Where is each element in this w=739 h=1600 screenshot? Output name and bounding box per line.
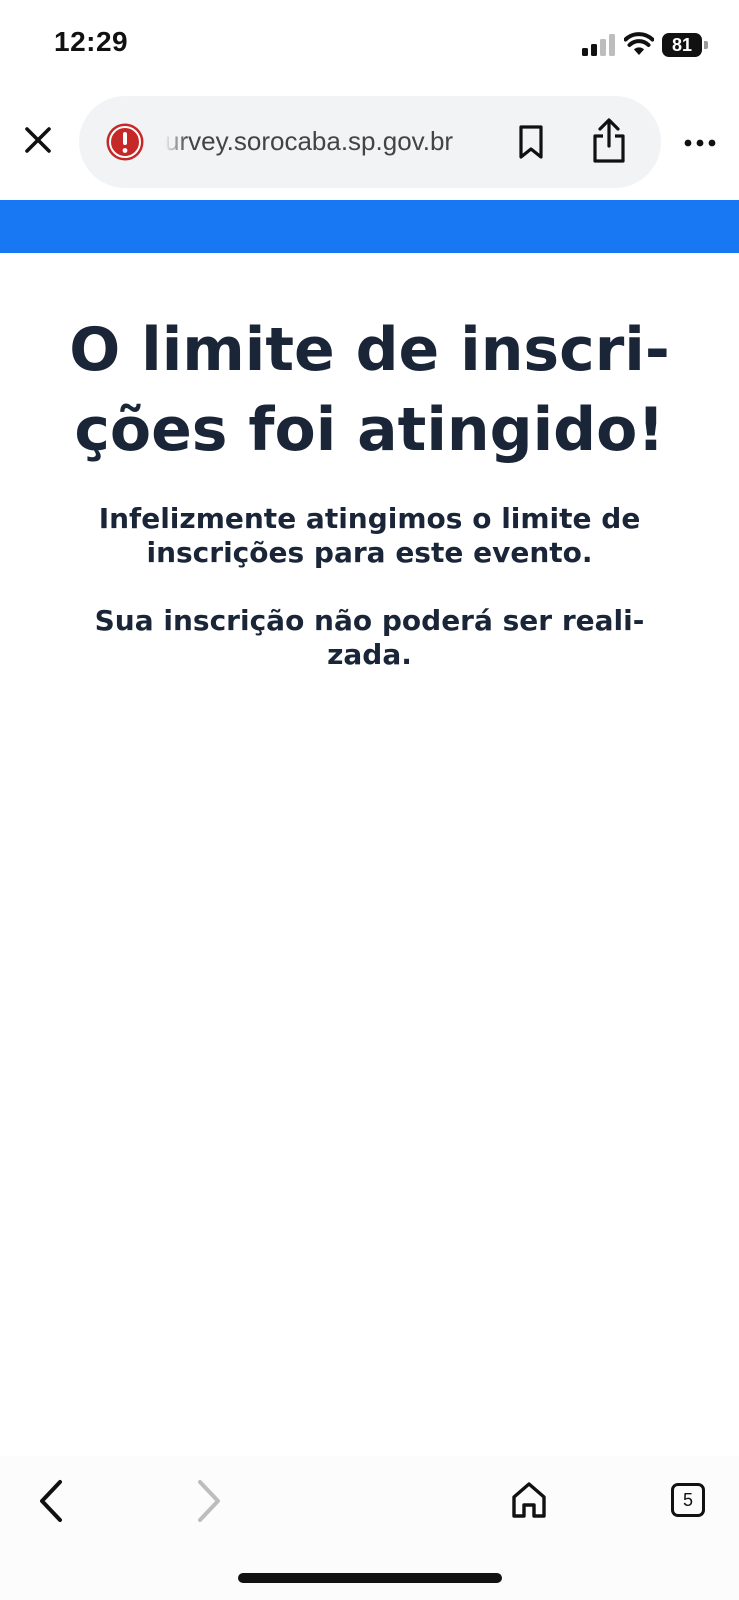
status-bar: 12:29 81 <box>0 0 739 92</box>
limit-message-line-2: inscrições para este evento. <box>146 536 593 569</box>
more-icon[interactable] <box>680 128 720 158</box>
wifi-icon <box>624 32 654 55</box>
main-content: O limite de inscri- ções foi atingido! I… <box>60 310 679 672</box>
page-title-line-1: O limite de inscri- <box>69 315 670 385</box>
registration-notice: Sua inscrição não poderá ser reali- zada… <box>60 604 679 672</box>
battery-level: 81 <box>662 33 702 57</box>
cellular-signal-icon <box>582 34 615 56</box>
registration-notice-line-2: zada. <box>327 638 412 671</box>
share-icon[interactable] <box>590 118 628 164</box>
alert-icon[interactable] <box>105 122 145 162</box>
close-icon[interactable] <box>22 124 54 156</box>
page-header-bar <box>0 200 739 253</box>
url-text[interactable]: urvey.sorocaba.sp.gov.br <box>165 123 475 159</box>
page-title: O limite de inscri- ções foi atingido! <box>60 310 679 470</box>
chevron-right-icon[interactable] <box>192 1478 226 1524</box>
page-title-line-2: ções foi atingido! <box>74 395 665 465</box>
status-time: 12:29 <box>54 26 129 57</box>
chevron-left-icon[interactable] <box>34 1478 68 1524</box>
battery-icon: 81 <box>662 33 708 57</box>
bookmark-icon[interactable] <box>515 124 547 160</box>
limit-message-line-1: Infelizmente atingimos o limite de <box>98 502 641 535</box>
home-icon[interactable] <box>510 1480 548 1520</box>
tabs-button[interactable]: 5 <box>671 1483 705 1517</box>
browser-screen: 12:29 81 urvey.sorocaba.sp.gov.br O limi… <box>0 0 739 1600</box>
registration-notice-line-1: Sua inscrição não poderá ser reali- <box>94 604 645 637</box>
address-bar[interactable]: urvey.sorocaba.sp.gov.br <box>79 96 661 188</box>
home-indicator[interactable] <box>238 1573 502 1583</box>
limit-message: Infelizmente atingimos o limite de inscr… <box>60 502 679 570</box>
